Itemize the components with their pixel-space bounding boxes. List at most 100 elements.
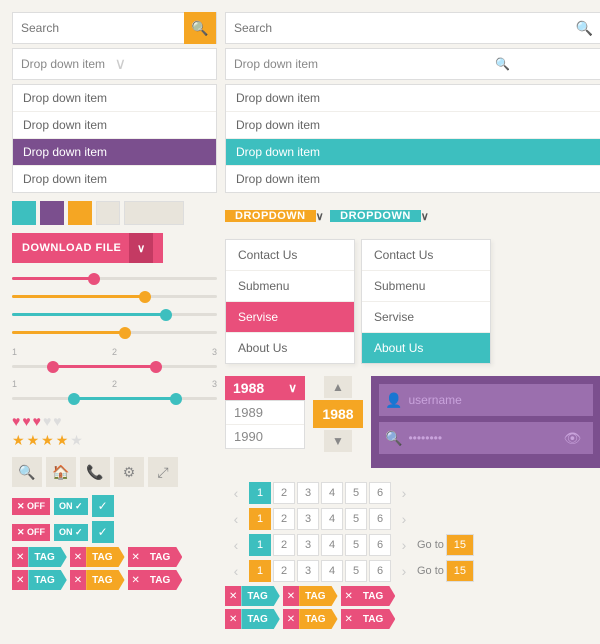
tag-2[interactable]: ✕ TAG bbox=[70, 547, 125, 567]
tag-1-close[interactable]: ✕ bbox=[12, 547, 28, 567]
r-tag-5-close[interactable]: ✕ bbox=[283, 609, 299, 629]
star-4[interactable]: ★ bbox=[56, 432, 69, 449]
heart-4[interactable]: ♥ bbox=[43, 413, 51, 429]
r-tag-1[interactable]: ✕ TAG bbox=[225, 586, 280, 606]
download-dropdown-arrow[interactable]: ∨ bbox=[129, 233, 153, 263]
page-prev-1[interactable]: ‹ bbox=[225, 482, 247, 504]
page-1-3[interactable]: 3 bbox=[297, 482, 319, 504]
slider-1[interactable] bbox=[12, 271, 217, 285]
page-1-6[interactable]: 6 bbox=[369, 482, 391, 504]
range-slider-2[interactable] bbox=[12, 391, 217, 405]
r-tag-3[interactable]: ✕ TAG bbox=[341, 586, 396, 606]
page-2-5[interactable]: 5 bbox=[345, 508, 367, 530]
search-input-1[interactable] bbox=[13, 17, 184, 39]
page-3-4[interactable]: 4 bbox=[321, 534, 343, 556]
list-item[interactable]: Drop down item bbox=[226, 112, 600, 139]
page-3-6[interactable]: 6 bbox=[369, 534, 391, 556]
tag-2-close[interactable]: ✕ bbox=[70, 547, 86, 567]
page-2-1[interactable]: 1 bbox=[249, 508, 271, 530]
slider-2[interactable] bbox=[12, 289, 217, 303]
page-4-5[interactable]: 5 bbox=[345, 560, 367, 582]
search-button-1[interactable]: 🔍 bbox=[184, 12, 216, 44]
tag-5[interactable]: ✕ TAG bbox=[70, 570, 125, 590]
tag-3[interactable]: ✕ TAG bbox=[128, 547, 183, 567]
toggle-on-2[interactable]: ON ✓ bbox=[54, 524, 88, 541]
menu-item-about-2[interactable]: About Us bbox=[362, 333, 490, 363]
tag-1[interactable]: ✕ TAG bbox=[12, 547, 67, 567]
phone-icon[interactable]: 📞 bbox=[80, 457, 110, 487]
page-next-2[interactable]: › bbox=[393, 508, 415, 530]
tag-4[interactable]: ✕ TAG bbox=[12, 570, 67, 590]
list-item[interactable]: Drop down item bbox=[13, 166, 216, 192]
tag-6[interactable]: ✕ TAG bbox=[128, 570, 183, 590]
r-tag-2[interactable]: ✕ TAG bbox=[283, 586, 338, 606]
page-1-5[interactable]: 5 bbox=[345, 482, 367, 504]
menu-item-submenu-2[interactable]: Submenu bbox=[362, 271, 490, 302]
toggle-off-2[interactable]: ✕ OFF bbox=[12, 524, 50, 541]
menu-item-service-2[interactable]: Servise bbox=[362, 302, 490, 333]
heart-rating[interactable]: ♥ ♥ ♥ ♥ ♥ bbox=[12, 413, 217, 429]
search-input-2[interactable] bbox=[226, 17, 568, 39]
list-item[interactable]: Drop down item bbox=[13, 112, 216, 139]
star-3[interactable]: ★ bbox=[41, 432, 54, 449]
star-rating[interactable]: ★ ★ ★ ★ ★ bbox=[12, 432, 217, 449]
page-2-3[interactable]: 3 bbox=[297, 508, 319, 530]
password-input[interactable] bbox=[408, 431, 563, 445]
r-tag-3-close[interactable]: ✕ bbox=[341, 586, 357, 606]
dd-btn-teal-caret[interactable]: ∨ bbox=[421, 210, 430, 223]
menu-item-submenu-1[interactable]: Submenu bbox=[226, 271, 354, 302]
page-2-6[interactable]: 6 bbox=[369, 508, 391, 530]
dropdown-select-2[interactable]: Drop down item 🔍 bbox=[225, 48, 600, 80]
year-item-1990[interactable]: 1990 bbox=[226, 425, 304, 448]
toggle-off-1[interactable]: ✕ OFF bbox=[12, 498, 50, 515]
page-next-3[interactable]: › bbox=[393, 534, 415, 556]
page-1-4[interactable]: 4 bbox=[321, 482, 343, 504]
checkbox-checked-1[interactable]: ✓ bbox=[92, 495, 114, 517]
page-4-3[interactable]: 3 bbox=[297, 560, 319, 582]
page-prev-2[interactable]: ‹ bbox=[225, 508, 247, 530]
star-5[interactable]: ★ bbox=[70, 432, 83, 449]
page-3-3[interactable]: 3 bbox=[297, 534, 319, 556]
page-4-6[interactable]: 6 bbox=[369, 560, 391, 582]
r-tag-6-close[interactable]: ✕ bbox=[341, 609, 357, 629]
year-item-1989[interactable]: 1989 bbox=[226, 401, 304, 425]
menu-item-contact-2[interactable]: Contact Us bbox=[362, 240, 490, 271]
swatch-beige[interactable] bbox=[96, 201, 120, 225]
heart-5[interactable]: ♥ bbox=[53, 413, 61, 429]
page-prev-3[interactable]: ‹ bbox=[225, 534, 247, 556]
star-1[interactable]: ★ bbox=[12, 432, 25, 449]
dd-btn-orange[interactable]: DROPDOWN ∨ bbox=[225, 201, 324, 231]
heart-2[interactable]: ♥ bbox=[22, 413, 30, 429]
slider-4[interactable] bbox=[12, 325, 217, 339]
r-tag-5[interactable]: ✕ TAG bbox=[283, 609, 338, 629]
checkbox-checked-2[interactable]: ✓ bbox=[92, 521, 114, 543]
r-tag-2-close[interactable]: ✕ bbox=[283, 586, 299, 606]
page-next-1[interactable]: › bbox=[393, 482, 415, 504]
r-tag-4[interactable]: ✕ TAG bbox=[225, 609, 280, 629]
gear-icon[interactable]: ⚙ bbox=[114, 457, 144, 487]
page-3-5[interactable]: 5 bbox=[345, 534, 367, 556]
year-current-btn[interactable]: 1988 ∨ bbox=[225, 376, 305, 400]
page-prev-4[interactable]: ‹ bbox=[225, 560, 247, 582]
goto-input-2[interactable] bbox=[446, 560, 474, 582]
menu-item-about-1[interactable]: About Us bbox=[226, 333, 354, 363]
year-up-button[interactable]: ▲ bbox=[324, 376, 352, 398]
page-3-1[interactable]: 1 bbox=[249, 534, 271, 556]
heart-1[interactable]: ♥ bbox=[12, 413, 20, 429]
home-icon[interactable]: 🏠 bbox=[46, 457, 76, 487]
swatch-orange[interactable] bbox=[68, 201, 92, 225]
list-item[interactable]: Drop down item bbox=[226, 166, 600, 192]
slider-3[interactable] bbox=[12, 307, 217, 321]
star-2[interactable]: ★ bbox=[27, 432, 40, 449]
page-next-4[interactable]: › bbox=[393, 560, 415, 582]
goto-input-1[interactable] bbox=[446, 534, 474, 556]
r-tag-1-close[interactable]: ✕ bbox=[225, 586, 241, 606]
swatch-long[interactable] bbox=[124, 201, 184, 225]
page-4-1[interactable]: 1 bbox=[249, 560, 271, 582]
list-item[interactable]: Drop down item bbox=[13, 85, 216, 112]
tag-3-close[interactable]: ✕ bbox=[128, 547, 144, 567]
toggle-on-1[interactable]: ON ✓ bbox=[54, 498, 88, 515]
page-1-2[interactable]: 2 bbox=[273, 482, 295, 504]
menu-item-service-1[interactable]: Servise bbox=[226, 302, 354, 333]
expand-icon[interactable]: ⤢ bbox=[148, 457, 178, 487]
